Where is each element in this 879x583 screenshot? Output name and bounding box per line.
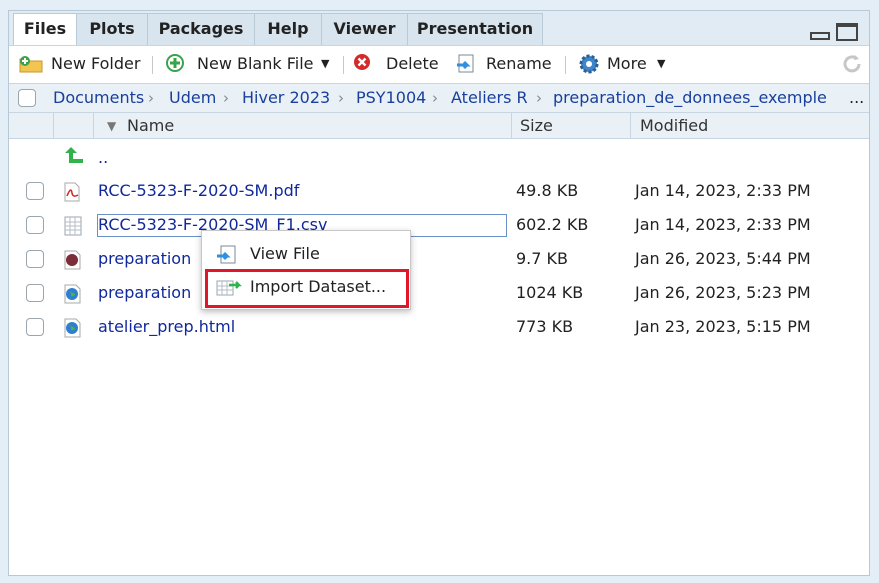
breadcrumb-separator-icon: › — [432, 89, 438, 107]
column-divider — [511, 113, 512, 139]
minimize-pane-icon[interactable] — [810, 32, 830, 40]
table-row[interactable]: atelier_prep.html 773 KB Jan 23, 2023, 5… — [9, 310, 869, 344]
file-name-link[interactable]: atelier_prep.html — [98, 310, 235, 344]
files-toolbar: New Folder New Blank File ▼ Delete Renam — [9, 45, 869, 84]
gear-icon — [579, 54, 599, 74]
file-name-link[interactable]: preparation — [98, 242, 191, 276]
file-modified: Jan 14, 2023, 2:33 PM — [635, 215, 811, 234]
column-divider — [93, 113, 94, 139]
plus-circle-icon — [166, 54, 184, 72]
toolbar-separator — [565, 56, 566, 74]
delete-icon — [354, 54, 370, 70]
delete-label: Delete — [386, 54, 439, 73]
breadcrumb-separator-icon: › — [338, 89, 344, 107]
table-row[interactable]: RCC-5323-F-2020-SM.pdf 49.8 KB Jan 14, 2… — [9, 174, 869, 208]
tab-help[interactable]: Help — [254, 13, 322, 45]
row-checkbox[interactable] — [26, 182, 44, 200]
html-globe-icon — [64, 318, 81, 338]
delete-button[interactable]: Delete — [353, 46, 443, 82]
breadcrumb-separator-icon: › — [148, 89, 154, 107]
sort-descending-icon: ▼ — [107, 119, 117, 133]
tab-files[interactable]: Files — [13, 13, 77, 46]
file-size: 9.7 KB — [516, 249, 568, 268]
tab-bar: Files Plots Packages Help Viewer Present… — [9, 11, 869, 46]
file-modified: Jan 23, 2023, 5:15 PM — [635, 317, 811, 336]
tab-plots[interactable]: Plots — [76, 13, 148, 45]
select-all-checkbox[interactable] — [18, 89, 36, 107]
file-modified: Jan 26, 2023, 5:44 PM — [635, 249, 811, 268]
files-pane: Files Plots Packages Help Viewer Present… — [8, 10, 870, 576]
breadcrumb-separator-icon: › — [536, 89, 542, 107]
breadcrumb-ateliers-r[interactable]: Ateliers R — [451, 84, 528, 112]
new-folder-label: New Folder — [51, 54, 141, 73]
column-header-name[interactable]: Name — [127, 113, 174, 139]
breadcrumb-udem[interactable]: Udem — [169, 84, 216, 112]
more-label: More — [607, 54, 647, 73]
chevron-down-icon: ▼ — [321, 57, 330, 70]
view-file-icon — [217, 245, 236, 264]
more-button[interactable]: More ▼ — [578, 46, 673, 82]
html-globe-icon — [64, 284, 81, 304]
breadcrumb-psy1004[interactable]: PSY1004 — [356, 84, 426, 112]
new-blank-file-button[interactable]: New Blank File ▼ — [165, 46, 335, 82]
highlight-box — [205, 269, 409, 308]
rename-button[interactable]: Rename — [456, 46, 556, 82]
row-checkbox[interactable] — [26, 216, 44, 234]
breadcrumb: Documents › Udem › Hiver 2023 › PSY1004 … — [9, 83, 869, 113]
new-folder-button[interactable]: New Folder — [19, 46, 144, 82]
table-row[interactable]: preparation 9.7 KB Jan 26, 2023, 5:44 PM — [9, 242, 869, 276]
rmd-icon — [64, 250, 81, 270]
file-modified: Jan 26, 2023, 5:23 PM — [635, 283, 811, 302]
file-name-link[interactable]: RCC-5323-F-2020-SM.pdf — [98, 174, 299, 208]
breadcrumb-hiver-2023[interactable]: Hiver 2023 — [242, 84, 330, 112]
new-blank-file-label: New Blank File — [197, 54, 314, 73]
row-checkbox[interactable] — [26, 284, 44, 302]
column-divider — [630, 113, 631, 139]
file-list-header: ▼ Name Size Modified — [9, 113, 869, 139]
parent-directory-row[interactable]: .. — [9, 141, 869, 175]
tab-packages[interactable]: Packages — [147, 13, 255, 45]
tab-presentation[interactable]: Presentation — [407, 13, 543, 45]
parent-directory-link[interactable]: .. — [98, 141, 108, 175]
rename-label: Rename — [486, 54, 552, 73]
breadcrumb-more[interactable]: ... — [849, 84, 864, 112]
maximize-pane-icon[interactable] — [836, 23, 858, 41]
file-size: 49.8 KB — [516, 181, 579, 200]
toolbar-separator — [343, 56, 344, 74]
tab-viewer[interactable]: Viewer — [321, 13, 408, 45]
breadcrumb-documents[interactable]: Documents — [53, 84, 144, 112]
file-modified: Jan 14, 2023, 2:33 PM — [635, 181, 811, 200]
toolbar-separator — [152, 56, 153, 74]
pdf-icon — [64, 182, 80, 202]
rename-icon — [457, 54, 474, 73]
refresh-icon[interactable] — [841, 53, 863, 75]
table-row[interactable]: preparation 1024 KB Jan 26, 2023, 5:23 P… — [9, 276, 869, 310]
column-divider — [53, 113, 54, 139]
breadcrumb-current-folder[interactable]: preparation_de_donnees_exemple — [553, 84, 827, 112]
chevron-down-icon: ▼ — [657, 57, 666, 70]
file-size: 773 KB — [516, 317, 574, 336]
row-checkbox[interactable] — [26, 318, 44, 336]
file-size: 1024 KB — [516, 283, 584, 302]
row-checkbox[interactable] — [26, 250, 44, 268]
column-header-modified[interactable]: Modified — [640, 113, 708, 139]
menu-item-view-file[interactable]: View File — [202, 239, 410, 269]
up-arrow-icon — [65, 147, 83, 163]
column-header-size[interactable]: Size — [520, 113, 553, 139]
csv-icon — [64, 216, 82, 236]
breadcrumb-separator-icon: › — [223, 89, 229, 107]
file-name-link[interactable]: preparation — [98, 276, 191, 310]
folder-add-icon — [19, 56, 43, 73]
view-file-label: View File — [250, 244, 320, 263]
file-size: 602.2 KB — [516, 215, 589, 234]
